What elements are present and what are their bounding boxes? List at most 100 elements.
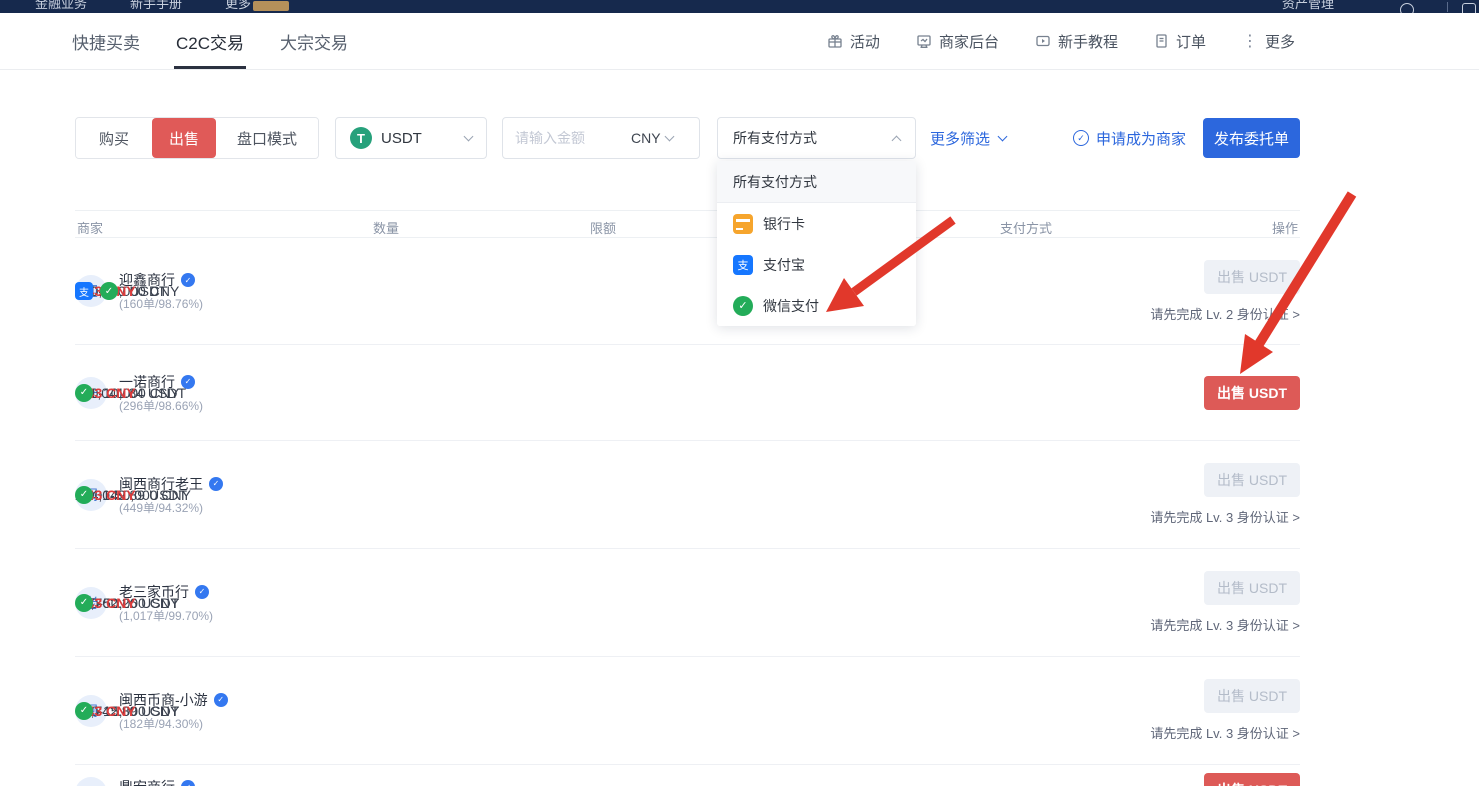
verified-badge-icon: ✓ [214, 693, 228, 707]
badge-check-icon: ✓ [1073, 130, 1089, 146]
apps-icon[interactable] [1462, 3, 1476, 13]
dropdown-option-label: 微信支付 [763, 296, 819, 316]
apply-merchant-link[interactable]: ✓ 申请成为商家 [1073, 117, 1186, 159]
wechat-icon: ✓ [75, 384, 93, 402]
sell-usdt-button[interactable]: 出售 USDT [1204, 773, 1300, 786]
gift-icon [827, 33, 843, 49]
chevron-down-icon [664, 132, 674, 142]
nav-link-更多[interactable]: ⋮更多 [1242, 31, 1295, 52]
dropdown-option-支付宝[interactable]: 支支付宝 [717, 244, 916, 285]
sell-usdt-button[interactable]: 出售 USDT [1204, 679, 1300, 713]
table-row: 闽闽西币商-小游✓(182单/94.30%)93,742.89 USDT500-… [75, 657, 1300, 765]
topnav-assets[interactable]: 资产管理 [1282, 0, 1334, 12]
table-header: 商家 数量 限额 单价 支付方式 操作 [75, 210, 1300, 238]
video-icon [1035, 33, 1051, 49]
header-action: 操作 [1272, 218, 1298, 237]
verification-hint-link[interactable]: 请先完成 Lv. 3 身份认证 > [1150, 723, 1300, 742]
action-cell: 出售 USDT [1204, 765, 1300, 786]
monitor-icon [916, 33, 932, 49]
dropdown-option-银行卡[interactable]: 银行卡 [717, 203, 916, 244]
dropdown-option-微信支付[interactable]: ✓微信支付 [717, 285, 916, 326]
verification-hint-link[interactable]: 请先完成 Lv. 3 身份认证 > [1150, 507, 1300, 526]
merchant-cell: 鼎 鼎宏商行 ✓ [75, 765, 195, 786]
verified-badge-icon: ✓ [195, 585, 209, 599]
wechat-icon: ✓ [75, 486, 93, 504]
payment-method-dropdown: 所有支付方式 银行卡支支付宝✓微信支付 [717, 161, 916, 326]
sell-usdt-button[interactable]: 出售 USDT [1204, 463, 1300, 497]
nav-link-label: 新手教程 [1058, 31, 1118, 52]
table-row: 迎迎鑫商行✓(160单/98.76%)310,880 USDT500-50,00… [75, 238, 1300, 345]
tab-item-0[interactable]: 快捷买卖 [70, 13, 142, 69]
trade-mode-tabs: 快捷买卖 C2C交易大宗交易 [70, 13, 350, 69]
dropdown-option-all[interactable]: 所有支付方式 [717, 161, 916, 203]
table-row: 闽闽西商行老王✓(449单/94.32%)294,149.89 USDT1,00… [75, 441, 1300, 549]
secondary-nav-bar: 快捷买卖 C2C交易大宗交易 活动 商家后台 新手教程 订单 ⋮更多 [0, 13, 1479, 70]
payment-method-select[interactable]: 所有支付方式 [717, 117, 916, 159]
side-option-buy[interactable]: 购买 [76, 118, 152, 158]
merchant-info: 鼎宏商行 ✓ [119, 777, 195, 786]
payment-method-icons: 支✓ [75, 238, 118, 344]
nav-quick-links: 活动 商家后台 新手教程 订单 ⋮更多 [827, 13, 1295, 69]
dropdown-option-label: 支付宝 [763, 255, 805, 275]
tab-c2c[interactable]: C2C交易 [174, 13, 246, 69]
profile-icon[interactable] [1400, 3, 1414, 13]
nav-link-订单[interactable]: 订单 [1154, 31, 1206, 52]
tab-item-2[interactable]: 大宗交易 [278, 13, 350, 69]
currency-select-value: CNY [631, 130, 661, 146]
verified-badge-icon: ✓ [181, 780, 195, 786]
verification-hint-link[interactable]: 请先完成 Lv. 3 身份认证 > [1150, 615, 1300, 634]
more-filters-label: 更多筛选 [930, 128, 990, 149]
action-cell: 出售 USDT 请先完成 Lv. 3 身份认证 > [1150, 657, 1300, 764]
payment-method-icons: ✓ [75, 345, 93, 440]
nav-link-label: 订单 [1176, 31, 1206, 52]
topnav-divider [1447, 2, 1448, 12]
action-cell: 出售 USDT 请先完成 Lv. 3 身份认证 > [1150, 549, 1300, 656]
verified-badge-icon: ✓ [209, 477, 223, 491]
side-option-orderbook[interactable]: 盘口模式 [216, 118, 318, 158]
more-filters-button[interactable]: 更多筛选 [930, 117, 1006, 159]
tether-icon: T [350, 127, 372, 149]
publish-order-button[interactable]: 发布委托单 [1203, 118, 1300, 158]
chevron-down-icon [998, 132, 1008, 142]
dropdown-options: 银行卡支支付宝✓微信支付 [717, 203, 916, 326]
topnav-promo-badge [253, 1, 289, 11]
table-row: 鼎 鼎宏商行 ✓ 出售 USDT [75, 765, 1300, 786]
dots-icon: ⋮ [1242, 31, 1258, 51]
nav-link-商家后台[interactable]: 商家后台 [916, 31, 999, 52]
chevron-up-icon [892, 135, 902, 145]
amount-filter: CNY [502, 117, 700, 159]
nav-link-label: 活动 [850, 31, 880, 52]
c2c-trading-page: 金融业务 新手手册 更多 资产管理 快捷买卖 C2C交易大宗交易 活动 商家后台 新手… [0, 0, 1479, 786]
apply-merchant-label: 申请成为商家 [1096, 128, 1186, 149]
table-row: 一一诺商行✓(296单/98.66%)311,041.84 USDT950-10… [75, 345, 1300, 441]
verification-hint-link[interactable]: 请先完成 Lv. 2 身份认证 > [1150, 304, 1300, 323]
topnav-item-guide[interactable]: 新手手册 [130, 0, 182, 12]
merchant-table: 迎迎鑫商行✓(160单/98.76%)310,880 USDT500-50,00… [75, 238, 1300, 786]
merchant-name[interactable]: 鼎宏商行 [119, 777, 175, 786]
header-limit: 限额 [590, 218, 616, 237]
alipay-icon: 支 [75, 282, 93, 300]
sell-usdt-button[interactable]: 出售 USDT [1204, 376, 1300, 410]
nav-link-label: 商家后台 [939, 31, 999, 52]
bank-card-icon [733, 214, 753, 234]
coin-select[interactable]: T USDT [335, 117, 487, 159]
nav-link-新手教程[interactable]: 新手教程 [1035, 31, 1118, 52]
topnav-item-finance[interactable]: 金融业务 [35, 0, 87, 12]
merchant-avatar: 鼎 [75, 777, 107, 786]
dropdown-option-label: 银行卡 [763, 214, 805, 234]
wechat-icon: ✓ [75, 702, 93, 720]
file-icon [1154, 33, 1169, 49]
amount-input[interactable] [515, 130, 623, 146]
header-merchant: 商家 [77, 218, 103, 237]
currency-select[interactable]: CNY [631, 130, 673, 146]
side-option-sell[interactable]: 出售 [152, 118, 216, 158]
header-quantity: 数量 [373, 218, 399, 237]
sell-usdt-button[interactable]: 出售 USDT [1204, 571, 1300, 605]
action-cell: 出售 USDT 请先完成 Lv. 2 身份认证 > [1150, 238, 1300, 344]
payment-method-icons: ✓ [75, 549, 93, 656]
sell-usdt-button[interactable]: 出售 USDT [1204, 260, 1300, 294]
nav-link-活动[interactable]: 活动 [827, 31, 880, 52]
topnav-item-more[interactable]: 更多 [225, 0, 251, 12]
chevron-down-icon [464, 132, 474, 142]
action-cell: 出售 USDT [1204, 345, 1300, 440]
